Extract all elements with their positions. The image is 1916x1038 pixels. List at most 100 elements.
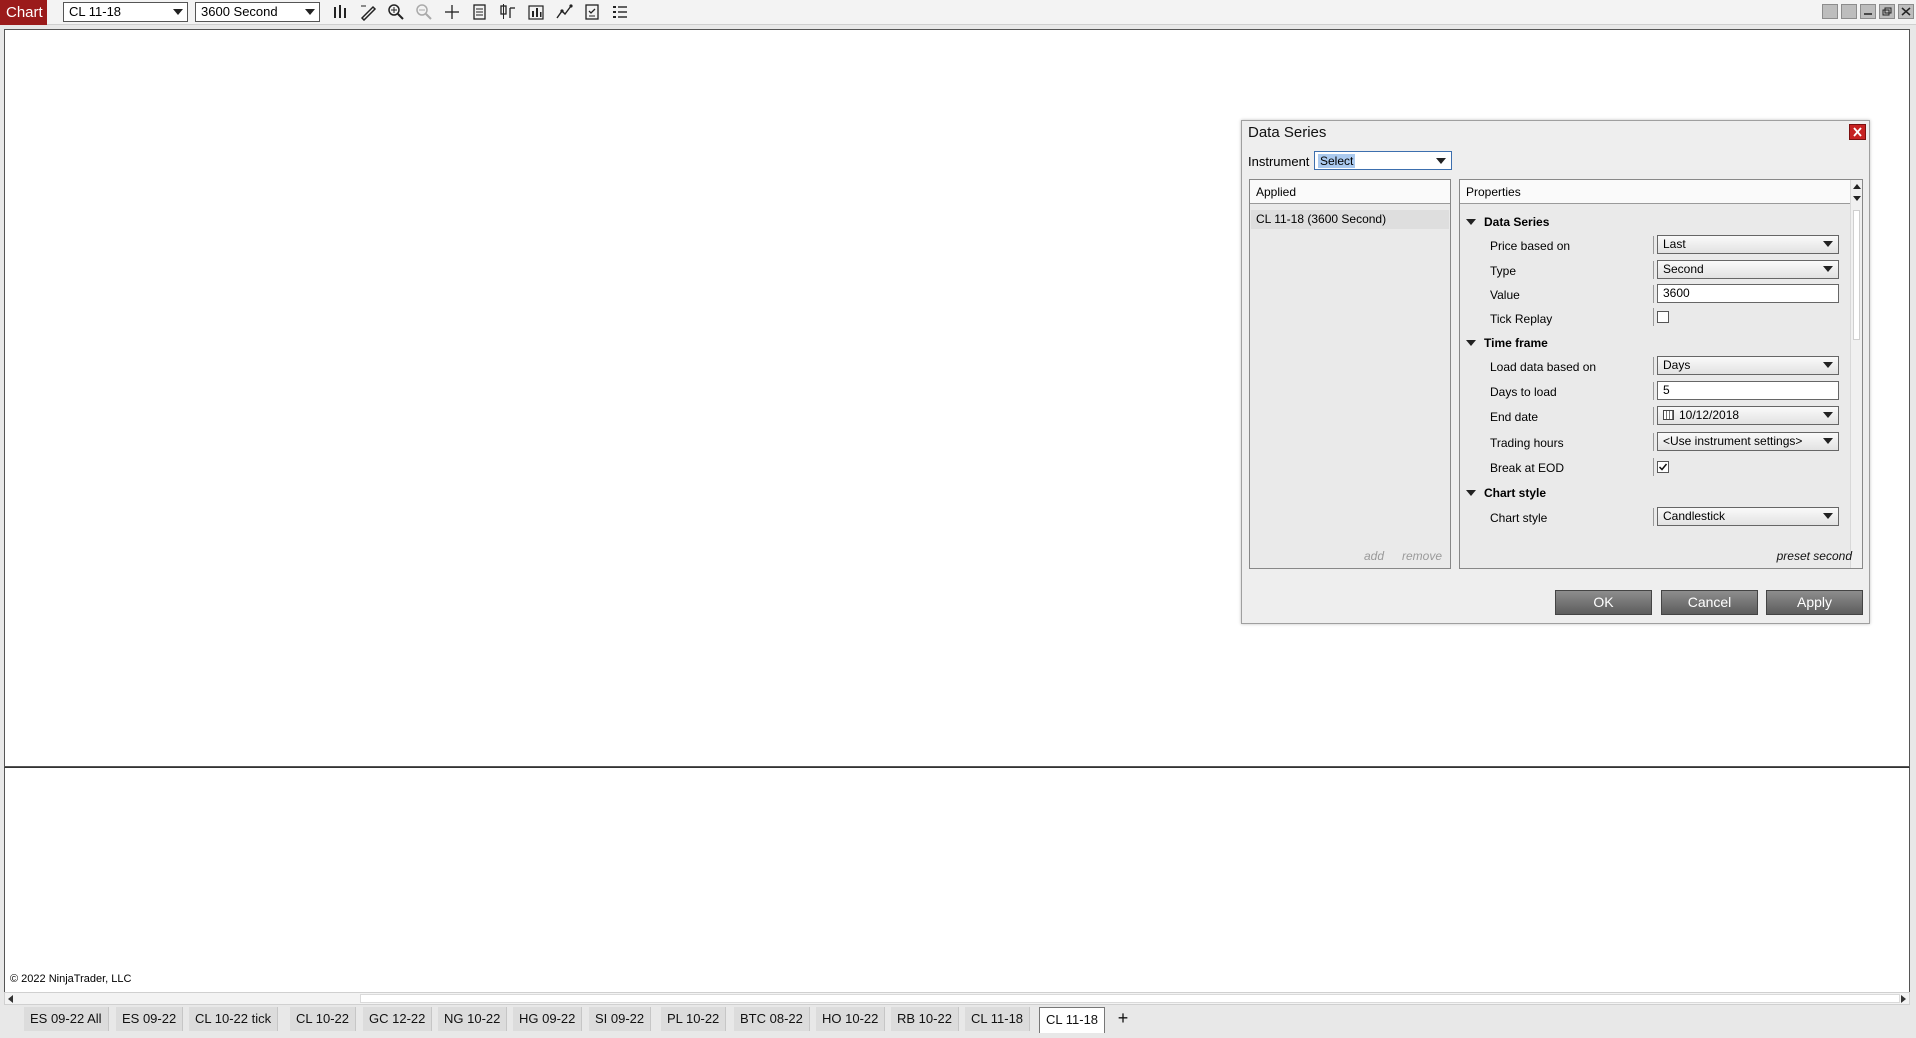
bars-icon[interactable]	[330, 3, 350, 21]
copyright-text: © 2022 NinjaTrader, LLC	[10, 973, 132, 985]
add-link[interactable]: add	[1364, 549, 1384, 563]
preset-link[interactable]: preset second	[1777, 549, 1852, 563]
tab-pl-10-22[interactable]: PL 10-22	[661, 1007, 727, 1031]
horizontal-scrollbar[interactable]	[4, 992, 1910, 1005]
chart-toolbar: Chart CL 11-18 3600 Second	[0, 0, 1916, 25]
days-to-load-input[interactable]: 5	[1657, 381, 1839, 400]
panel-icon[interactable]	[1841, 4, 1857, 19]
trading-hours-select[interactable]: <Use instrument settings>	[1657, 432, 1839, 451]
select-value: <Use instrument settings>	[1663, 434, 1803, 448]
tab-cl-11-18[interactable]: CL 11-18	[965, 1007, 1031, 1031]
minimize-icon[interactable]	[1860, 4, 1876, 19]
break-at-eod-checkbox[interactable]	[1657, 461, 1669, 473]
type-label: Type	[1490, 264, 1517, 278]
value-input[interactable]: 3600	[1657, 284, 1839, 303]
end-date-picker[interactable]: 10/12/2018	[1657, 406, 1839, 425]
value-label: Value	[1490, 288, 1520, 302]
tab-cl-11-18-active[interactable]: CL 11-18	[1039, 1007, 1106, 1033]
tab-es-09-22-all[interactable]: ES 09-22 All	[24, 1007, 109, 1031]
load-data-based-on-label: Load data based on	[1490, 360, 1597, 374]
tick-replay-checkbox[interactable]	[1657, 311, 1669, 323]
zoom-out-icon[interactable]	[414, 3, 434, 21]
select-value: Second	[1663, 262, 1704, 276]
section-data-series[interactable]: Data Series	[1466, 215, 1549, 229]
chevron-down-icon	[1823, 438, 1833, 444]
select-value: Days	[1663, 358, 1691, 372]
chevron-down-icon	[1823, 266, 1833, 272]
properties-scrollbar[interactable]	[1850, 180, 1862, 568]
collapse-triangle-icon	[1466, 340, 1476, 346]
applied-list-item[interactable]: CL 11-18 (3600 Second)	[1251, 210, 1449, 229]
tab-si-09-22[interactable]: SI 09-22	[589, 1007, 652, 1031]
chart-window-label[interactable]: Chart	[0, 0, 47, 25]
chart-style-label: Chart style	[1490, 511, 1548, 525]
section-chart-style[interactable]: Chart style	[1466, 486, 1546, 500]
dialog-close-icon[interactable]	[1849, 124, 1866, 140]
restore-icon[interactable]	[1879, 4, 1895, 19]
list-icon[interactable]	[610, 3, 630, 21]
tab-btc-08-22[interactable]: BTC 08-22	[734, 1007, 810, 1031]
chart-window: Chart CL 11-18 3600 Second © 2022 NinjaT…	[0, 0, 1916, 1038]
instrument-select[interactable]: Select	[1314, 151, 1452, 170]
column-divider	[1653, 458, 1654, 476]
cancel-button[interactable]: Cancel	[1661, 590, 1758, 615]
strategy-icon[interactable]	[554, 3, 574, 21]
remove-link[interactable]: remove	[1402, 549, 1442, 563]
indicator-panel[interactable]	[4, 767, 1910, 992]
load-data-based-on-select[interactable]: Days	[1657, 356, 1839, 375]
tile-icon[interactable]	[1822, 4, 1838, 19]
scrollbar-thumb[interactable]	[1853, 210, 1860, 340]
instrument-selector-value: CL 11-18	[69, 4, 122, 19]
properties-icon[interactable]	[582, 3, 602, 21]
instrument-selector[interactable]: CL 11-18	[63, 2, 188, 22]
crosshair-icon[interactable]	[442, 3, 462, 21]
tick-replay-label: Tick Replay	[1490, 312, 1553, 326]
column-divider	[1653, 357, 1654, 375]
scroll-left-icon[interactable]	[8, 995, 13, 1003]
tab-cl-10-22[interactable]: CL 10-22	[290, 1007, 356, 1031]
tab-es-09-22[interactable]: ES 09-22	[116, 1007, 184, 1031]
column-divider	[1653, 308, 1654, 326]
scroll-right-icon[interactable]	[1901, 995, 1906, 1003]
column-divider	[1653, 285, 1654, 303]
apply-button[interactable]: Apply	[1766, 590, 1863, 615]
close-icon[interactable]	[1898, 4, 1914, 19]
scrollbar-thumb[interactable]	[360, 994, 1900, 1003]
interval-selector[interactable]: 3600 Second	[195, 2, 320, 22]
tab-rb-10-22[interactable]: RB 10-22	[891, 1007, 959, 1031]
section-label: Data Series	[1484, 215, 1550, 229]
select-value: Candlestick	[1663, 509, 1726, 523]
zoom-in-icon[interactable]	[386, 3, 406, 21]
chart-style-icon[interactable]	[498, 3, 518, 21]
collapse-triangle-icon	[1466, 490, 1476, 496]
column-divider	[1653, 382, 1654, 400]
chevron-down-icon	[1823, 513, 1833, 519]
data-series-icon[interactable]	[470, 3, 490, 21]
add-tab-button[interactable]: +	[1112, 1008, 1134, 1030]
applied-panel: Applied CL 11-18 (3600 Second) add remov…	[1249, 179, 1451, 569]
end-date-label: End date	[1490, 410, 1539, 424]
scroll-down-icon[interactable]	[1853, 196, 1861, 201]
tab-cl-10-22-tick[interactable]: CL 10-22 tick	[189, 1007, 279, 1031]
ok-button[interactable]: OK	[1555, 590, 1652, 615]
price-based-on-select[interactable]: Last	[1657, 235, 1839, 254]
tab-hg-09-22[interactable]: HG 09-22	[513, 1007, 583, 1031]
dialog-title: Data Series	[1248, 124, 1327, 141]
properties-panel: Properties Data Series Price based on La…	[1459, 179, 1863, 569]
price-based-on-label: Price based on	[1490, 239, 1571, 253]
section-label: Chart style	[1484, 486, 1547, 500]
section-time-frame[interactable]: Time frame	[1466, 336, 1548, 350]
tab-ho-10-22[interactable]: HO 10-22	[816, 1007, 886, 1031]
trading-hours-label: Trading hours	[1490, 436, 1564, 450]
instrument-select-value: Select	[1318, 154, 1356, 168]
days-to-load-label: Days to load	[1490, 385, 1557, 399]
type-select[interactable]: Second	[1657, 260, 1839, 279]
scroll-up-icon[interactable]	[1853, 184, 1861, 189]
draw-pencil-icon[interactable]	[358, 3, 378, 22]
indicators-icon[interactable]	[526, 3, 546, 21]
chart-style-select[interactable]: Candlestick	[1657, 507, 1839, 526]
chevron-down-icon	[305, 9, 315, 15]
applied-header: Applied	[1250, 180, 1450, 204]
tab-ng-10-22[interactable]: NG 10-22	[438, 1007, 508, 1031]
tab-gc-12-22[interactable]: GC 12-22	[363, 1007, 433, 1031]
